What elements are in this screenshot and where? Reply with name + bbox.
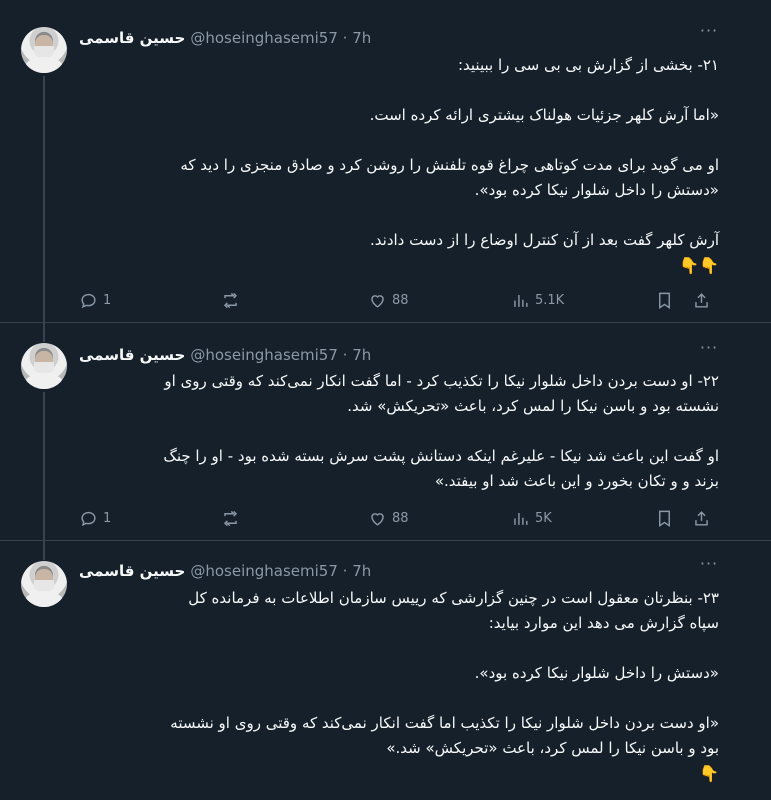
- bookmark-icon: [659, 292, 670, 309]
- author-name[interactable]: حسین قاسمی: [79, 346, 185, 364]
- share-button[interactable]: [692, 508, 711, 528]
- heart-icon: [371, 512, 384, 526]
- text-line: ۲۲- او دست بردن داخل شلوار نیکا را تکذیب…: [164, 372, 719, 390]
- tweet-2[interactable]: حسین قاسمی @hoseinghasemi57 · 7h ··· ۲۲-…: [0, 323, 771, 541]
- text-line: [79, 128, 719, 153]
- like-button[interactable]: 88: [368, 290, 409, 310]
- text-line: [79, 78, 719, 103]
- tweet-text: ۲۳- بنظرتان معقول است در چنین گزارشی که …: [79, 586, 719, 786]
- reply-button[interactable]: 1: [79, 290, 111, 310]
- tweet-text: ۲۱- بخشی از گزارش بی بی سی را ببینید: «ا…: [79, 53, 719, 278]
- views-count: 5.1K: [535, 292, 565, 308]
- tweet-header: حسین قاسمی @hoseinghasemi57 · 7h: [79, 27, 371, 49]
- heart-icon: [371, 294, 384, 308]
- timeline: حسین قاسمی @hoseinghasemi57 · 7h ··· ۲۱-…: [0, 0, 771, 800]
- thread-connector: [43, 323, 45, 342]
- text-line: سپاه گزارش می دهد این موارد بیاید:: [488, 614, 719, 632]
- bookmark-icon: [659, 510, 670, 527]
- author-name[interactable]: حسین قاسمی: [79, 562, 185, 580]
- text-line: ۲۳- بنظرتان معقول است در چنین گزارشی که …: [188, 589, 719, 607]
- text-line: [79, 686, 719, 711]
- like-count: 88: [392, 510, 409, 526]
- text-line: بزند و و تکان بخورد و این باعث شد او بیف…: [434, 472, 719, 490]
- pointing-down-emoji: 👇: [699, 764, 719, 783]
- share-icon: [695, 292, 708, 308]
- views-button[interactable]: 5K: [511, 508, 552, 528]
- tweet-header: حسین قاسمی @hoseinghasemi57 · 7h: [79, 560, 371, 582]
- more-horizontal-icon[interactable]: ···: [698, 23, 720, 46]
- text-line: [79, 203, 719, 228]
- tweet-1[interactable]: حسین قاسمی @hoseinghasemi57 · 7h ··· ۲۱-…: [0, 0, 771, 323]
- text-line: نشسته بود و باسن نیکا را لمس کرد، باعث «…: [347, 397, 719, 415]
- reply-count: 1: [103, 292, 112, 308]
- thread-connector: [43, 541, 45, 560]
- tweet-text: ۲۲- او دست بردن داخل شلوار نیکا را تکذیب…: [79, 369, 719, 494]
- reply-button[interactable]: 1: [79, 508, 111, 528]
- author-handle-time[interactable]: @hoseinghasemi57 · 7h: [190, 29, 371, 47]
- more-horizontal-icon[interactable]: ···: [698, 340, 720, 363]
- text-line: ۲۱- بخشی از گزارش بی بی سی را ببینید:: [457, 56, 719, 74]
- reply-icon: [81, 511, 96, 526]
- action-bar: 1 88 5K: [79, 508, 719, 528]
- text-line: [79, 419, 719, 444]
- tweet-3[interactable]: حسین قاسمی @hoseinghasemi57 · 7h ··· ۲۳-…: [0, 541, 771, 800]
- thread-connector: [43, 392, 45, 541]
- views-button[interactable]: 5.1K: [511, 290, 564, 310]
- bookmark-button[interactable]: [655, 290, 674, 310]
- author-name[interactable]: حسین قاسمی: [79, 29, 185, 47]
- views-count: 5K: [535, 510, 552, 526]
- views-chart-icon: [514, 294, 528, 307]
- avatar[interactable]: [21, 343, 67, 389]
- reply-count: 1: [103, 510, 112, 526]
- more-horizontal-icon[interactable]: ···: [698, 556, 720, 579]
- retweet-button[interactable]: [221, 508, 245, 528]
- like-count: 88: [392, 292, 409, 308]
- action-bar: 1 88 5.1K: [79, 290, 719, 310]
- retweet-icon: [223, 292, 238, 308]
- author-handle-time[interactable]: @hoseinghasemi57 · 7h: [190, 562, 371, 580]
- share-icon: [695, 510, 708, 526]
- text-line: «دستش را داخل شلوار نیکا کرده بود».: [474, 181, 719, 199]
- bookmark-button[interactable]: [655, 508, 674, 528]
- text-line: «او دست بردن داخل شلوار نیکا را تکذیب ام…: [170, 714, 719, 732]
- author-handle-time[interactable]: @hoseinghasemi57 · 7h: [190, 346, 371, 364]
- avatar[interactable]: [21, 561, 67, 607]
- reply-icon: [81, 293, 96, 308]
- text-line: آرش کلهر گفت بعد از آن کنترل اوضاع را از…: [370, 231, 719, 249]
- like-button[interactable]: 88: [368, 508, 409, 528]
- text-line: [79, 636, 719, 661]
- text-line: «اما آرش کلهر جزئیات هولناک بیشتری ارائه…: [369, 106, 719, 124]
- pointing-down-emoji: 👇👇: [679, 256, 719, 275]
- views-chart-icon: [514, 512, 528, 525]
- text-line: او گفت این باعث شد نیکا - علیرغم اینکه د…: [163, 447, 719, 465]
- retweet-icon: [223, 510, 238, 526]
- avatar[interactable]: [21, 27, 67, 73]
- retweet-button[interactable]: [221, 290, 245, 310]
- share-button[interactable]: [692, 290, 711, 310]
- text-line: «دستش را داخل شلوار نیکا کرده بود».: [474, 664, 719, 682]
- thread-connector: [43, 76, 45, 323]
- tweet-header: حسین قاسمی @hoseinghasemi57 · 7h: [79, 344, 371, 366]
- text-line: بود و باسن نیکا را لمس کرد، باعث «تحریکش…: [386, 739, 719, 757]
- text-line: او می گوید برای مدت کوتاهی چراغ قوه تلفن…: [180, 156, 719, 174]
